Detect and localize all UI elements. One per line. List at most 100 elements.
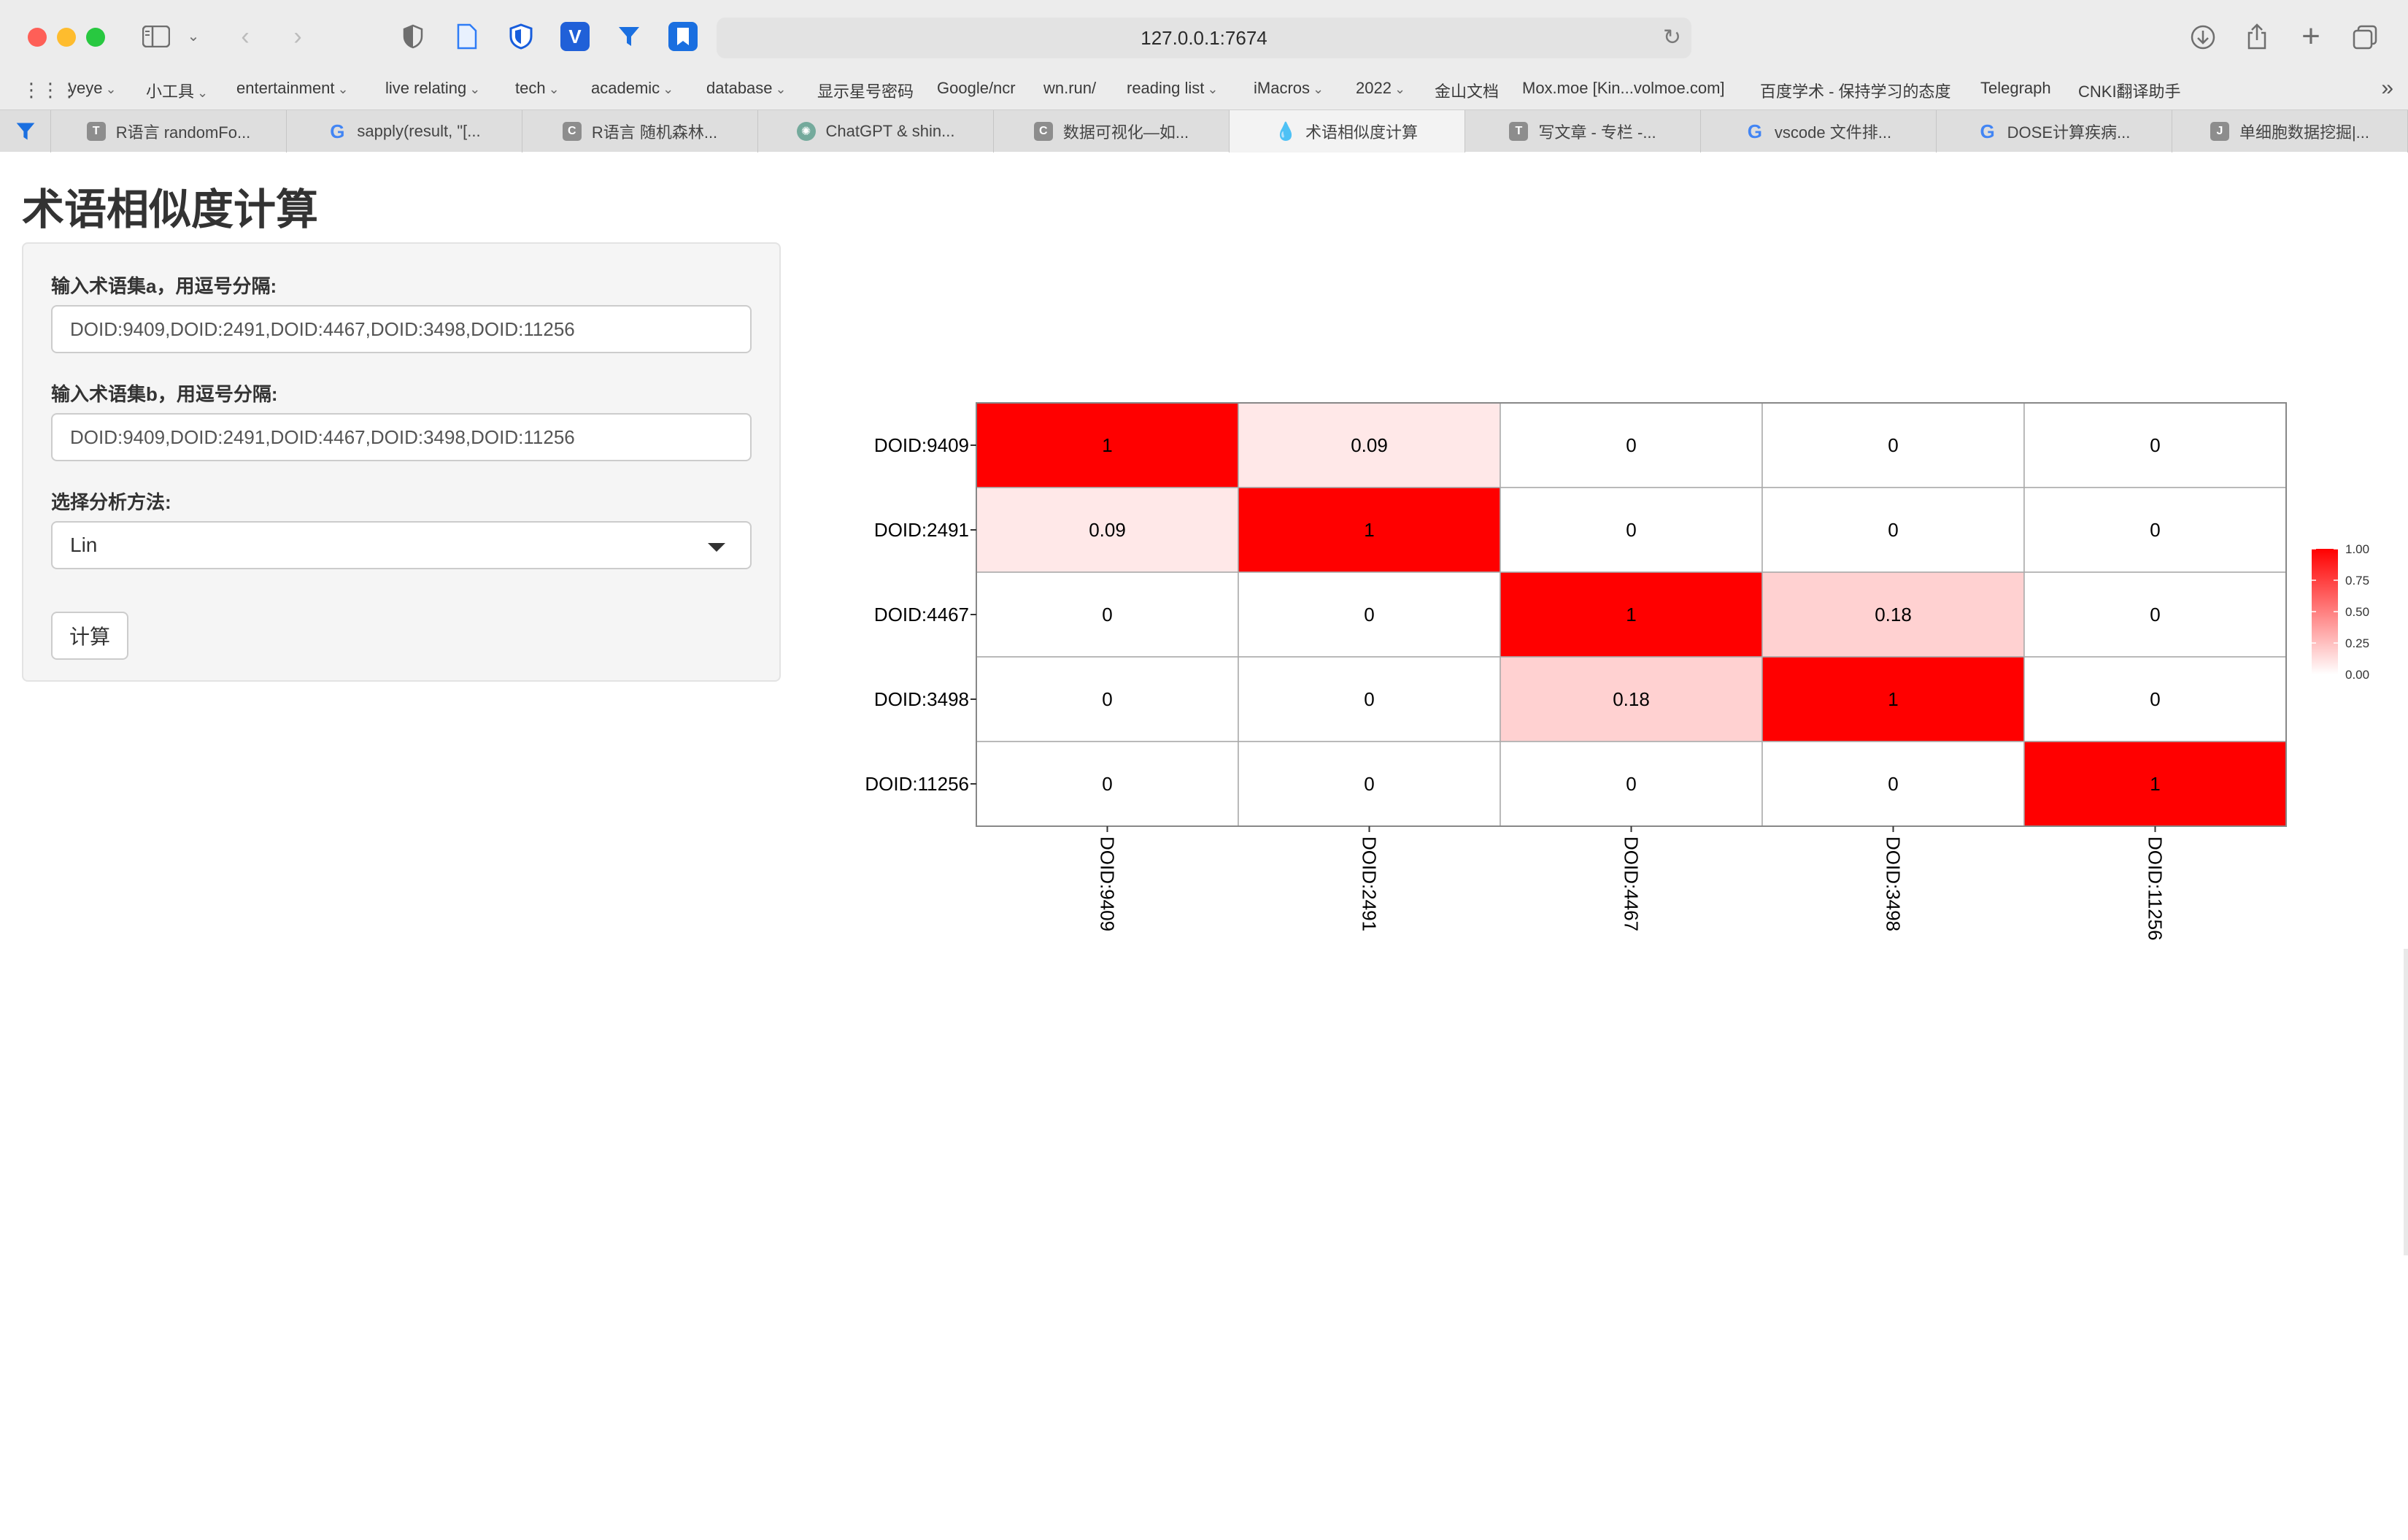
chevron-down-icon: ⌄	[1207, 82, 1219, 96]
minimize-window-button[interactable]	[57, 28, 76, 47]
chevron-down-icon: ⌄	[548, 82, 560, 96]
x-tick-label: DOID:3498	[1883, 836, 1905, 931]
bookmark-live-relating[interactable]: live relating ⌄	[385, 79, 480, 98]
shield-extension-icon[interactable]	[398, 22, 428, 51]
chevron-down-icon: ⌄	[469, 82, 481, 96]
legend-tick-label: 0.50	[2345, 605, 2369, 619]
bookmark-mox-moe[interactable]: Mox.moe [Kin...volmoe.com]	[1522, 79, 1725, 98]
bookmark-extension-icon[interactable]	[668, 22, 698, 51]
zoom-window-button[interactable]	[86, 28, 105, 47]
tab-write-article[interactable]: T 写文章 - 专栏 -...	[1465, 110, 1701, 153]
legend-tick-label: 1.00	[2345, 542, 2369, 556]
bookmark-tools[interactable]: 小工具 ⌄	[146, 79, 208, 102]
url-text: 127.0.0.1:7674	[1141, 26, 1267, 49]
chevron-down-icon: ⌄	[197, 85, 209, 100]
bookmark-2022[interactable]: 2022 ⌄	[1356, 79, 1405, 98]
sidebar-toggle-icon[interactable]	[140, 22, 172, 51]
cell-value-label: 0	[1364, 773, 1374, 795]
chevron-down-icon[interactable]: ⌄	[182, 25, 204, 47]
new-tab-icon[interactable]: +	[2296, 18, 2326, 54]
close-window-button[interactable]	[28, 28, 47, 47]
tab-vscode-sort[interactable]: Gvscode 文件排...	[1701, 110, 1937, 153]
pinned-tab[interactable]	[0, 110, 51, 153]
browser-chrome: ⌄ ‹ › V 127.0.0.1:7674 ↻ + ⋮⋮⋮ yeye ⌄ 小工…	[0, 0, 2408, 153]
tab-r-random-forest-cn[interactable]: C R语言 随机森林...	[522, 110, 758, 153]
term-set-a-input[interactable]	[51, 305, 752, 353]
bookmark-tech[interactable]: tech ⌄	[515, 79, 560, 98]
cell-value-label: 0	[2150, 688, 2160, 710]
cell-value-label: 0	[1626, 519, 1636, 541]
cell-value-label: 0.18	[1875, 604, 1912, 625]
tab-sapply[interactable]: Gsapply(result, "[...	[287, 110, 522, 153]
tab-single-cell[interactable]: J 单细胞数据挖掘|...	[2172, 110, 2408, 153]
cell-value-label: 0	[1888, 519, 1898, 541]
tab-dose-disease[interactable]: G DOSE计算疾病...	[1937, 110, 2172, 153]
bookmark-cnki-translate[interactable]: CNKI翻译助手	[2078, 79, 2181, 102]
bookmark-telegraph[interactable]: Telegraph	[1980, 79, 2051, 98]
legend-tick-label: 0.75	[2345, 574, 2369, 588]
page-content: 术语相似度计算 输入术语集a，用逗号分隔: 输入术语集b，用逗号分隔: 选择分析…	[0, 153, 2408, 1540]
cell-value-label: 0.09	[1089, 519, 1126, 541]
shiny-favicon-icon: 💧	[1275, 121, 1297, 142]
bookmark-baidu-scholar[interactable]: 百度学术 - 保持学习的态度	[1760, 79, 1951, 102]
bookmark-show-password[interactable]: 显示星号密码	[817, 79, 914, 102]
reload-icon[interactable]: ↻	[1663, 25, 1681, 50]
input-panel: 输入术语集a，用逗号分隔: 输入术语集b，用逗号分隔: 选择分析方法: Lin …	[22, 242, 781, 682]
chevron-down-icon: ⌄	[663, 82, 674, 96]
x-tick-label: DOID:11256	[2145, 836, 2166, 941]
x-tick-label: DOID:2491	[1359, 836, 1381, 931]
bookmark-google-ncr[interactable]: Google/ncr	[937, 79, 1016, 98]
share-icon[interactable]	[2242, 20, 2272, 53]
tab-data-visualization[interactable]: C 数据可视化—如...	[994, 110, 1230, 153]
tab-chatgpt-shiny[interactable]: ✺ ChatGPT & shin...	[758, 110, 994, 153]
tab-r-randomforest[interactable]: T R语言 randomFo...	[51, 110, 287, 153]
bookmark-kingsoft-docs[interactable]: 金山文档	[1435, 79, 1499, 102]
bookmark-database[interactable]: database ⌄	[706, 79, 787, 98]
forward-icon[interactable]: ›	[283, 20, 312, 53]
cell-value-label: 1	[1102, 434, 1112, 456]
bitwarden-extension-icon[interactable]	[506, 22, 536, 51]
cell-value-label: 1	[1626, 604, 1636, 625]
funnel-extension-icon[interactable]	[614, 22, 644, 51]
legend-tick-label: 0.25	[2345, 636, 2369, 650]
back-icon[interactable]: ‹	[231, 20, 260, 53]
bookmark-imacros[interactable]: iMacros ⌄	[1254, 79, 1324, 98]
cell-value-label: 0	[1102, 773, 1112, 795]
chevron-down-icon: ⌄	[1313, 82, 1324, 96]
bookmark-entertainment[interactable]: entertainment ⌄	[236, 79, 349, 98]
document-extension-icon[interactable]	[452, 22, 482, 51]
downloads-icon[interactable]	[2188, 22, 2218, 53]
browser-toolbar: ⌄ ‹ › V 127.0.0.1:7674 ↻ +	[0, 0, 2408, 76]
cell-value-label: 0	[1888, 434, 1898, 456]
method-select[interactable]: Lin	[51, 521, 752, 569]
t-favicon-icon: T	[86, 122, 106, 141]
window-edge	[2404, 949, 2408, 1255]
cell-value-label: 0	[1102, 604, 1112, 625]
google-favicon-icon: G	[1980, 120, 1995, 142]
bookmarks-bar: ⋮⋮⋮ yeye ⌄ 小工具 ⌄ entertainment ⌄ live relat…	[0, 73, 2408, 105]
c-favicon-icon: C	[562, 122, 582, 141]
term-set-b-label: 输入术语集b，用逗号分隔:	[51, 383, 278, 405]
calculate-button[interactable]: 计算	[51, 612, 128, 660]
x-tick-label: DOID:9409	[1097, 836, 1119, 931]
cell-value-label: 0	[2150, 519, 2160, 541]
address-bar[interactable]: 127.0.0.1:7674 ↻	[717, 18, 1691, 58]
bookmark-academic[interactable]: academic ⌄	[591, 79, 674, 98]
cell-value-label: 0	[1364, 688, 1374, 710]
method-label: 选择分析方法:	[51, 491, 171, 513]
google-favicon-icon: G	[1747, 120, 1763, 142]
bookmark-yeye[interactable]: yeye ⌄	[69, 79, 117, 98]
v-extension-icon[interactable]: V	[560, 22, 590, 51]
t-favicon-icon: T	[1509, 122, 1529, 141]
more-bookmarks-icon[interactable]: »	[2381, 76, 2393, 101]
tab-term-similarity[interactable]: 💧 术语相似度计算	[1230, 110, 1465, 153]
similarity-heatmap: 1 0.09 0 0 0 0.09 1 0 0 0 0 0 1 0.18 0 0 0 0.18 1 0 0 0 0 0 1 DOI…	[810, 226, 2408, 956]
y-tick-label: DOID:9409	[874, 434, 969, 456]
bookmark-wn-run[interactable]: wn.run/	[1043, 79, 1096, 98]
bookmark-reading-list[interactable]: reading list ⌄	[1127, 79, 1218, 98]
tab-overview-icon[interactable]	[2350, 22, 2380, 53]
y-tick-label: DOID:2491	[874, 519, 969, 541]
term-set-b-input[interactable]	[51, 413, 752, 461]
cell-value-label: 0	[1102, 688, 1112, 710]
chevron-down-icon: ⌄	[1394, 82, 1406, 96]
